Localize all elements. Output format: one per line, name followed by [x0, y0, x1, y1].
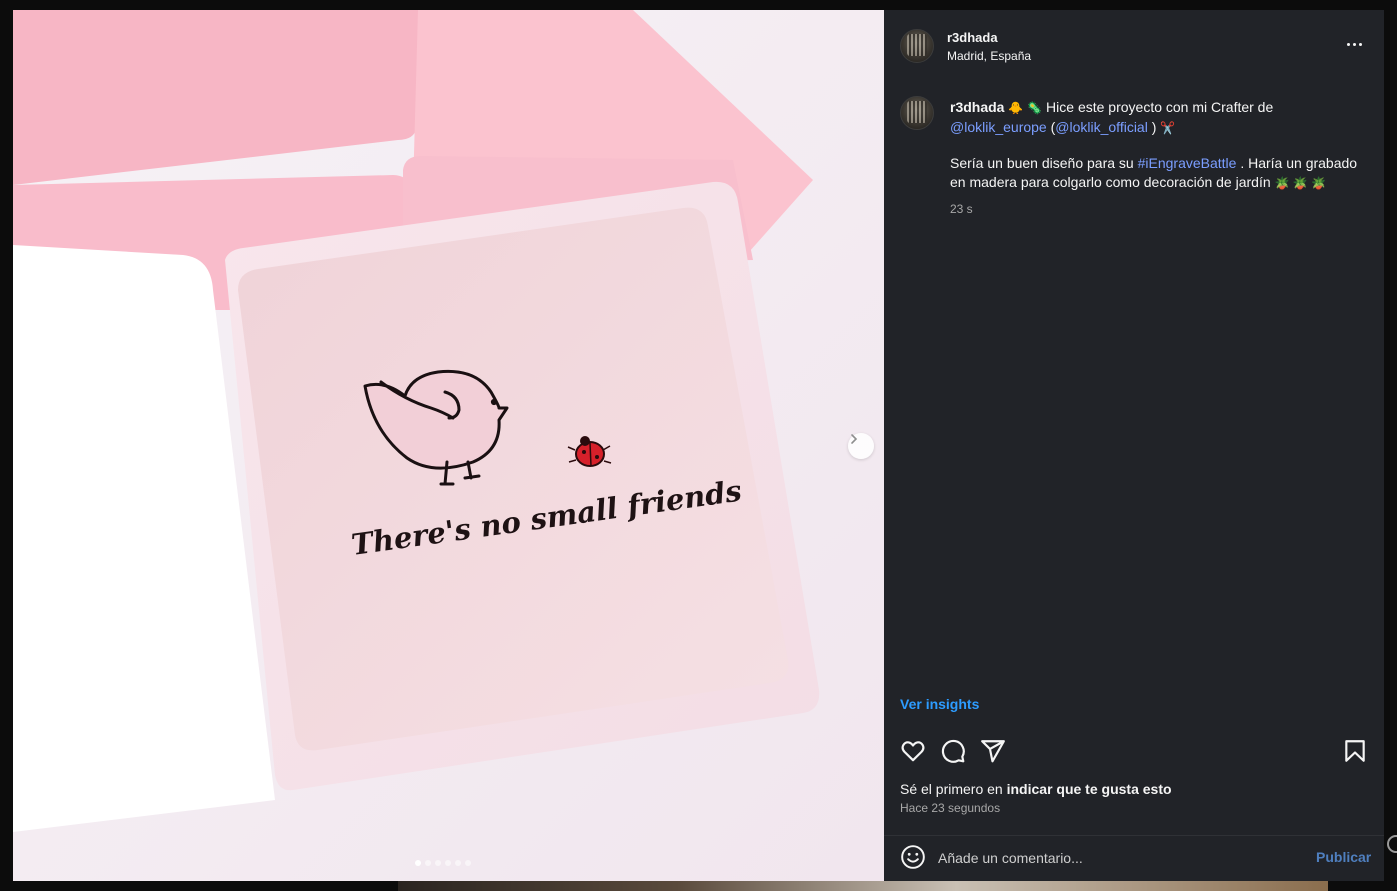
action-bar [884, 736, 1384, 766]
publish-button[interactable]: Publicar [1316, 849, 1371, 865]
carousel-dot [425, 860, 431, 866]
post-media[interactable]: There's no small friends [13, 10, 884, 881]
hashtag-iengravebattle[interactable]: #iEngraveBattle [1138, 155, 1237, 171]
like-this-link[interactable]: indicar que te gusta esto [1007, 781, 1172, 797]
mention-loklik-europe[interactable]: @loklik_europe [950, 119, 1047, 135]
likes-prefix: Sé el primero en [900, 781, 1003, 797]
post-modal: There's no small friends r3dhada Madrid,… [13, 10, 1384, 881]
carousel-indicator [415, 860, 471, 866]
caption-username[interactable]: r3dhada [950, 99, 1004, 115]
heart-icon[interactable] [900, 738, 926, 764]
caption-avatar[interactable] [900, 96, 934, 130]
view-insights-link[interactable]: Ver insights [900, 696, 979, 712]
carousel-dot [415, 860, 421, 866]
caption-text: r3dhada 🐥 🦠 Hice este proyecto con mi Cr… [950, 98, 1360, 219]
header-location[interactable]: Madrid, España [947, 49, 1031, 63]
post-time-ago[interactable]: Hace 23 segundos [900, 801, 1000, 815]
more-options-icon[interactable] [1344, 36, 1364, 52]
avatar[interactable] [900, 29, 934, 63]
emoji-icon[interactable] [900, 844, 926, 870]
post-sidebar: r3dhada Madrid, España r3dhada 🐥 🦠 Hice … [884, 10, 1384, 881]
chevron-right-icon [851, 434, 858, 444]
caption-timestamp[interactable]: 23 s [950, 200, 1360, 219]
share-icon[interactable] [980, 738, 1006, 764]
post-photo: There's no small friends [13, 10, 884, 881]
scissors-emoji: ✂️ [1160, 120, 1176, 135]
carousel-dot [445, 860, 451, 866]
plant-emojis: 🪴 🪴 🪴 [1274, 175, 1327, 190]
header-username[interactable]: r3dhada [947, 30, 998, 45]
likes-line: Sé el primero en indicar que te gusta es… [900, 781, 1172, 797]
carousel-dot [465, 860, 471, 866]
bookmark-icon[interactable] [1342, 738, 1368, 764]
edge-circle-icon [1387, 835, 1397, 853]
carousel-next-button[interactable] [848, 433, 874, 459]
carousel-dot [455, 860, 461, 866]
carousel-dot [435, 860, 441, 866]
caption-line1: Hice este proyecto con mi Crafter de [1046, 99, 1274, 115]
comment-icon[interactable] [940, 738, 966, 764]
post-header: r3dhada Madrid, España [884, 10, 1384, 80]
caption-para2-pre: Sería un buen diseño para su [950, 155, 1134, 171]
chick-emoji: 🐥 [1008, 101, 1024, 115]
comment-input[interactable] [936, 846, 1300, 870]
caption-paren-close: ) [1151, 118, 1157, 135]
comment-bar: Publicar [884, 835, 1384, 882]
mention-loklik-official[interactable]: @loklik_official [1055, 119, 1148, 135]
virus-emoji: 🦠 [1027, 101, 1043, 115]
